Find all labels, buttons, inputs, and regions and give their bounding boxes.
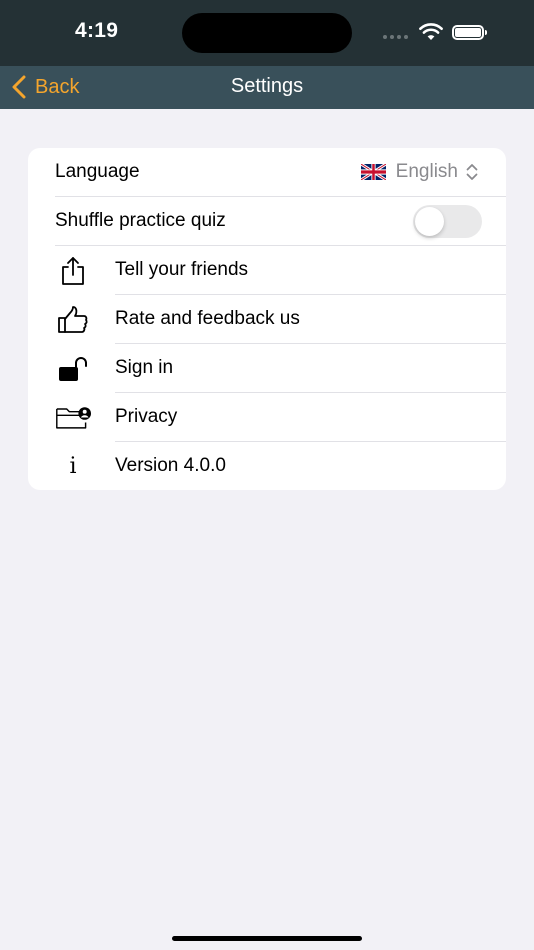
settings-card: Language English Shuffle practice quiz T… [28,148,506,490]
privacy-label: Privacy [115,406,178,427]
shuffle-row: Shuffle practice quiz [28,197,506,246]
cellular-signal-icon [383,35,408,39]
unlock-icon [55,353,91,385]
tell-friends-row[interactable]: Tell your friends [28,246,506,295]
info-icon: i [69,454,77,479]
thumbs-up-icon [55,304,91,336]
tell-friends-label: Tell your friends [115,259,249,280]
language-value: English [395,161,458,182]
wifi-icon [419,23,443,46]
language-label: Language [55,161,140,182]
navigation-bar: Back Settings [0,66,534,109]
dynamic-island [182,13,352,53]
language-selector[interactable]: English [360,161,478,183]
privacy-folder-icon [55,402,91,434]
language-row[interactable]: Language English [28,148,506,197]
share-icon [55,255,91,287]
shuffle-toggle[interactable] [413,205,482,238]
sign-in-row[interactable]: Sign in [28,344,506,393]
status-bar: 4:19 [0,0,534,66]
status-time: 4:19 [75,19,119,42]
rate-feedback-label: Rate and feedback us [115,308,300,329]
rate-feedback-row[interactable]: Rate and feedback us [28,295,506,344]
sign-in-label: Sign in [115,357,174,378]
chevron-up-down-icon [466,164,478,180]
version-row: i Version 4.0.0 [28,442,506,490]
version-label: Version 4.0.0 [115,455,226,476]
battery-icon [452,25,487,40]
shuffle-label: Shuffle practice quiz [55,210,226,231]
page-title: Settings [230,75,304,97]
privacy-row[interactable]: Privacy [28,393,506,442]
uk-flag-icon [360,164,386,180]
home-indicator[interactable] [172,936,362,941]
